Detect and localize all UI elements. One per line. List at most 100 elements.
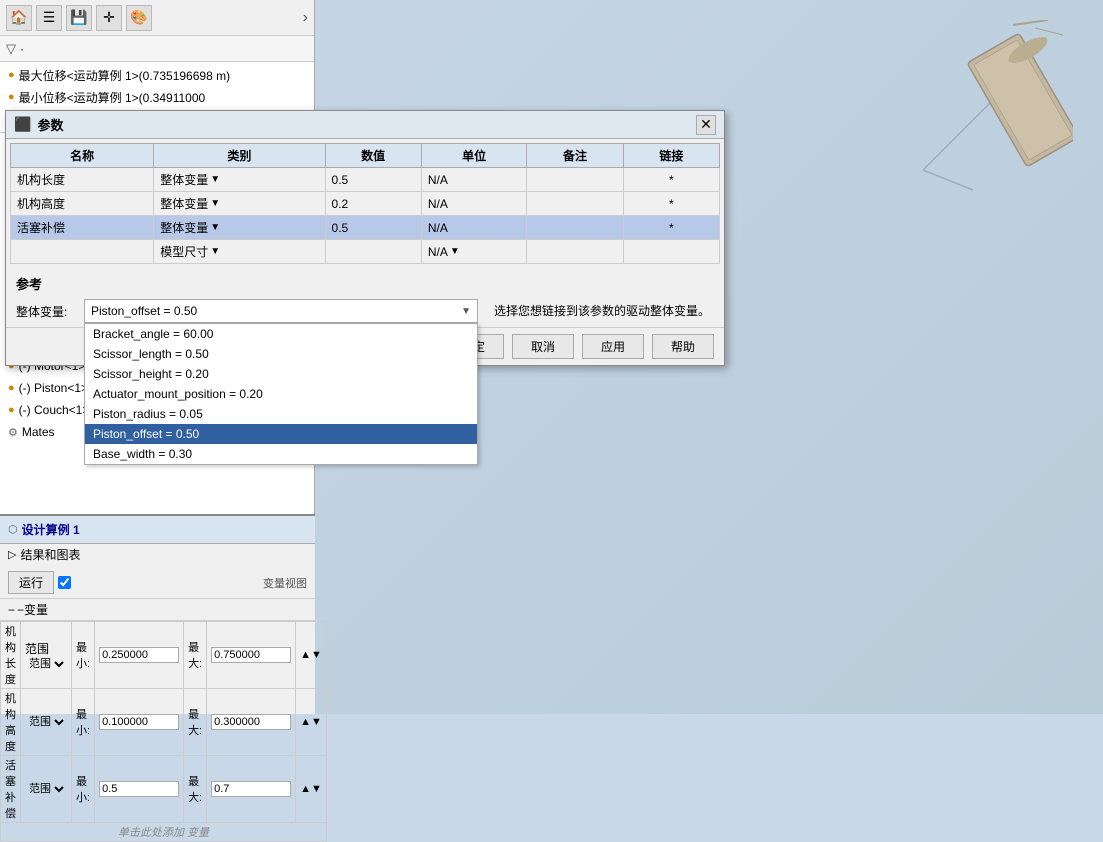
var-name-2: 机构高度 — [1, 689, 21, 756]
toolbar-expand-btn[interactable]: › — [303, 9, 308, 27]
cat-dropdown-arrow-2[interactable]: ▼ — [210, 198, 220, 209]
toolbar-btn-add[interactable]: ✛ — [96, 5, 122, 31]
dropdown-selected-value: Piston_offset = 0.50 — [91, 304, 197, 318]
toolbar-btn-home[interactable]: 🏠 — [6, 5, 32, 31]
param-category-3: 整体变量 ▼ — [154, 216, 325, 240]
var-min-label-1: 最小: — [72, 622, 95, 689]
dropdown-option-piston-offset[interactable]: Piston_offset = 0.50 — [85, 424, 477, 444]
tree-item-min-disp[interactable]: ● 最小位移<运动算例 1>(0.34911000 — [0, 86, 314, 108]
var-min-label-3: 最小: — [72, 756, 95, 823]
col-unit: 单位 — [421, 144, 526, 168]
param-link-2: * — [623, 192, 719, 216]
modal-close-button[interactable]: ✕ — [696, 115, 716, 135]
col-link: 链接 — [623, 144, 719, 168]
var-max-1[interactable] — [207, 622, 296, 689]
var-type-select-2[interactable]: 范围 — [25, 715, 67, 729]
param-value-2[interactable]: 0.2 — [325, 192, 421, 216]
add-variable-label[interactable]: 单击此处添加 变量 — [1, 823, 327, 842]
global-var-dropdown-trigger[interactable]: Piston_offset = 0.50 ▼ — [84, 299, 478, 323]
ref-title: 参考 — [16, 274, 714, 293]
params-table: 名称 类别 数值 单位 备注 链接 机构长度 整体变量 ▼ — [10, 143, 720, 264]
min-disp-icon: ● — [8, 91, 15, 103]
param-row-3-highlighted: 活塞补偿 整体变量 ▼ 0.5 N/A * — [11, 216, 720, 240]
var-section-toggle[interactable]: − — [8, 603, 15, 617]
unit-dropdown-arrow-4[interactable]: ▼ — [450, 246, 460, 257]
apply-button[interactable]: 应用 — [582, 334, 644, 359]
dropdown-option-scissor-height[interactable]: Scissor_height = 0.20 — [85, 364, 477, 384]
param-name-4 — [11, 240, 154, 264]
run-checkbox[interactable] — [58, 576, 71, 589]
var-min-1[interactable] — [95, 622, 184, 689]
mates-label: Mates — [22, 425, 55, 439]
tree-item-max-disp[interactable]: ● 最大位移<运动算例 1>(0.735196698 m) — [0, 64, 314, 86]
variables-table: 机构长度 范围 范围 最小: 最大: ▲▼ 机构高度 — [0, 621, 327, 842]
global-var-dropdown-menu: Bracket_angle = 60.00 Scissor_length = 0… — [84, 323, 478, 465]
var-min-input-1[interactable] — [99, 647, 179, 663]
param-note-3 — [527, 216, 623, 240]
cancel-button[interactable]: 取消 — [512, 334, 574, 359]
cat-dropdown-arrow-4[interactable]: ▼ — [210, 246, 220, 257]
param-name-3: 活塞补偿 — [11, 216, 154, 240]
global-var-dropdown-container: Piston_offset = 0.50 ▼ Bracket_angle = 6… — [84, 299, 478, 323]
dropdown-option-scissor-length[interactable]: Scissor_length = 0.50 — [85, 344, 477, 364]
var-max-2[interactable] — [207, 689, 296, 756]
param-value-3[interactable]: 0.5 — [325, 216, 421, 240]
var-max-label-1: 最大: — [184, 622, 207, 689]
var-max-label-2: 最大: — [184, 689, 207, 756]
cat-dropdown-arrow-3[interactable]: ▼ — [210, 222, 220, 233]
variable-view-label: 变量视图 — [263, 575, 307, 591]
var-type-select-3[interactable]: 范围 — [25, 782, 67, 796]
3d-model-sketch — [873, 20, 1073, 220]
var-name-3: 活塞补偿 — [1, 756, 21, 823]
design-study-icon: ⬡ — [8, 523, 18, 536]
dropdown-option-base-width[interactable]: Base_width = 0.30 — [85, 444, 477, 464]
param-category-1: 整体变量 ▼ — [154, 168, 325, 192]
dropdown-option-bracket-angle[interactable]: Bracket_angle = 60.00 — [85, 324, 477, 344]
var-min-3[interactable] — [95, 756, 184, 823]
results-section: ▷ 结果和图表 — [0, 544, 315, 565]
col-name: 名称 — [11, 144, 154, 168]
param-link-4 — [623, 240, 719, 264]
param-value-4 — [325, 240, 421, 264]
param-name-2: 机构高度 — [11, 192, 154, 216]
params-table-container: 名称 类别 数值 单位 备注 链接 机构长度 整体变量 ▼ — [6, 139, 724, 268]
params-modal: ⬛ 参数 ✕ 名称 类别 数值 单位 备注 链接 机构长度 — [5, 110, 725, 366]
param-note-2 — [527, 192, 623, 216]
var-max-input-3[interactable] — [211, 781, 291, 797]
var-max-input-2[interactable] — [211, 714, 291, 730]
toolbar-btn-color[interactable]: 🎨 — [126, 5, 152, 31]
var-max-3[interactable] — [207, 756, 296, 823]
results-row: ▷ 结果和图表 — [8, 546, 307, 563]
var-type-2: 范围 — [21, 689, 72, 756]
var-section-title: −变量 — [17, 601, 48, 618]
dropdown-option-actuator-mount[interactable]: Actuator_mount_position = 0.20 — [85, 384, 477, 404]
design-study-tab[interactable]: ⬡ 设计算例 1 — [0, 516, 315, 544]
params-table-header: 名称 类别 数值 单位 备注 链接 — [11, 144, 720, 168]
dropdown-option-piston-radius[interactable]: Piston_radius = 0.05 — [85, 404, 477, 424]
param-unit-1: N/A — [421, 168, 526, 192]
help-button[interactable]: 帮助 — [652, 334, 714, 359]
var-min-input-3[interactable] — [99, 781, 179, 797]
var-min-input-2[interactable] — [99, 714, 179, 730]
mates-icon: ⚙ — [8, 426, 18, 439]
expand-icon: ▷ — [8, 548, 16, 561]
cat-dropdown-arrow-1[interactable]: ▼ — [210, 174, 220, 185]
bottom-left-panel: ⬡ 设计算例 1 ▷ 结果和图表 运行 变量视图 − −变量 机构长度 — [0, 514, 315, 714]
toolbar-btn-list[interactable]: ☰ — [36, 5, 62, 31]
dropdown-arrow-icon: ▼ — [461, 306, 471, 317]
col-note: 备注 — [527, 144, 623, 168]
toolbar-btn-save[interactable]: 💾 — [66, 5, 92, 31]
couch-label: (-) Couch<1> — [19, 403, 90, 417]
run-button[interactable]: 运行 — [8, 571, 54, 594]
var-min-label-2: 最小: — [72, 689, 95, 756]
var-spinners-3: ▲▼ — [296, 756, 327, 823]
var-add-row: 单击此处添加 变量 — [1, 823, 327, 842]
filter-bar: ▽ · — [0, 36, 314, 62]
param-link-3: * — [623, 216, 719, 240]
param-note-4 — [527, 240, 623, 264]
param-name-1: 机构长度 — [11, 168, 154, 192]
var-max-input-1[interactable] — [211, 647, 291, 663]
var-type-select-1[interactable]: 范围 — [25, 657, 67, 671]
param-value-1[interactable]: 0.5 — [325, 168, 421, 192]
var-min-2[interactable] — [95, 689, 184, 756]
